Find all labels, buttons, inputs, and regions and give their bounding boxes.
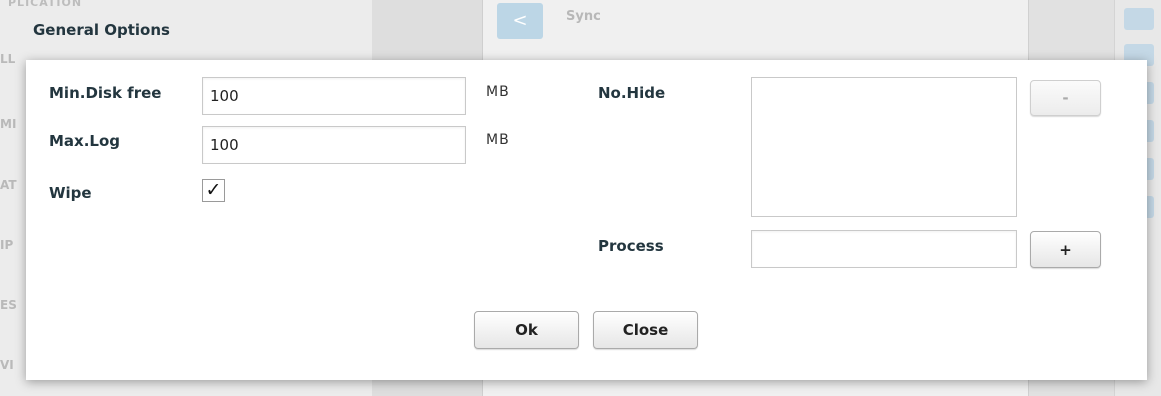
background-nav-item: IP xyxy=(0,238,14,252)
background-section-header: PLICATION xyxy=(8,0,83,9)
wipe-label: Wipe xyxy=(49,184,92,202)
background-action-icon xyxy=(1124,8,1154,30)
max-log-input[interactable] xyxy=(202,126,466,164)
background-nav-item: LL xyxy=(0,52,16,66)
process-input[interactable] xyxy=(751,230,1017,268)
no-hide-label: No.Hide xyxy=(598,84,666,102)
close-button[interactable]: Close xyxy=(593,311,698,349)
max-log-label: Max.Log xyxy=(49,132,121,150)
share-icon: < xyxy=(497,3,543,39)
max-log-unit: MB xyxy=(486,132,510,148)
wipe-checkbox[interactable]: ✓ xyxy=(202,179,225,202)
background-nav-item: MI xyxy=(0,117,17,131)
min-disk-free-input[interactable] xyxy=(202,77,466,115)
checkmark-icon: ✓ xyxy=(205,179,222,201)
process-label: Process xyxy=(598,237,664,255)
add-process-button[interactable]: + xyxy=(1030,231,1101,268)
dialog-title: General Options xyxy=(33,21,170,39)
background-nav-item: VI xyxy=(0,358,14,372)
background-sync-label: Sync xyxy=(566,9,601,24)
background-nav-item: ES xyxy=(0,298,17,312)
remove-no-hide-button[interactable]: - xyxy=(1030,80,1101,116)
no-hide-listbox[interactable] xyxy=(751,77,1017,217)
min-disk-free-label: Min.Disk free xyxy=(49,84,162,102)
min-disk-free-unit: MB xyxy=(486,84,510,100)
background-nav-item: AT xyxy=(0,178,17,192)
ok-button[interactable]: Ok xyxy=(474,311,579,349)
general-options-dialog: Min.Disk free MB Max.Log MB Wipe ✓ No.Hi… xyxy=(26,60,1147,380)
